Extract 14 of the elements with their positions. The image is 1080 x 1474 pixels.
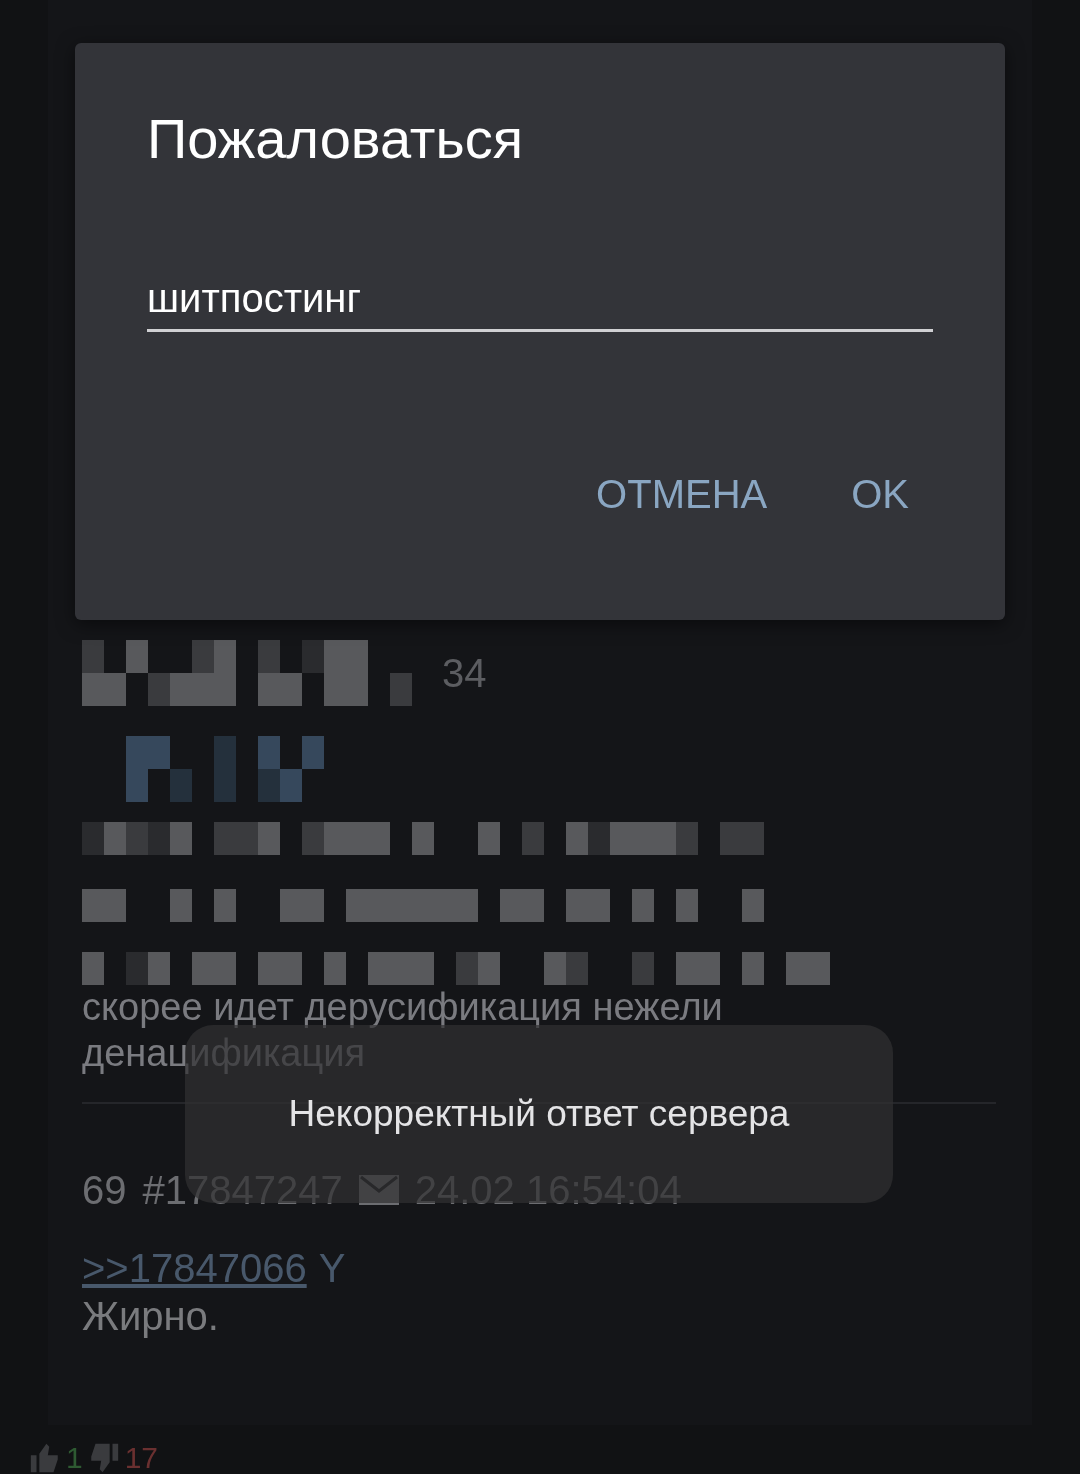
quote-mark: Y [318, 1245, 346, 1293]
post-id: #17847247 [142, 1167, 343, 1215]
quote-link[interactable]: >>17847066 [82, 1244, 307, 1293]
post-date: 24.02 16:54:04 [414, 1167, 682, 1215]
post-number: 69 [82, 1167, 127, 1215]
ok-button[interactable]: OK [839, 463, 921, 525]
dialog-title: Пожаловаться [147, 106, 524, 172]
post-text: Жирно. [82, 1293, 220, 1341]
cancel-button[interactable]: ОТМЕНА [584, 463, 780, 525]
report-reason-field[interactable]: шитпостинг [147, 275, 933, 332]
like-count: 1 [66, 1440, 83, 1474]
post-header-text: 34 [442, 650, 487, 697]
post-text: скорее идет дерусификация нежели [82, 985, 724, 1030]
dislike-count: 17 [124, 1440, 159, 1474]
